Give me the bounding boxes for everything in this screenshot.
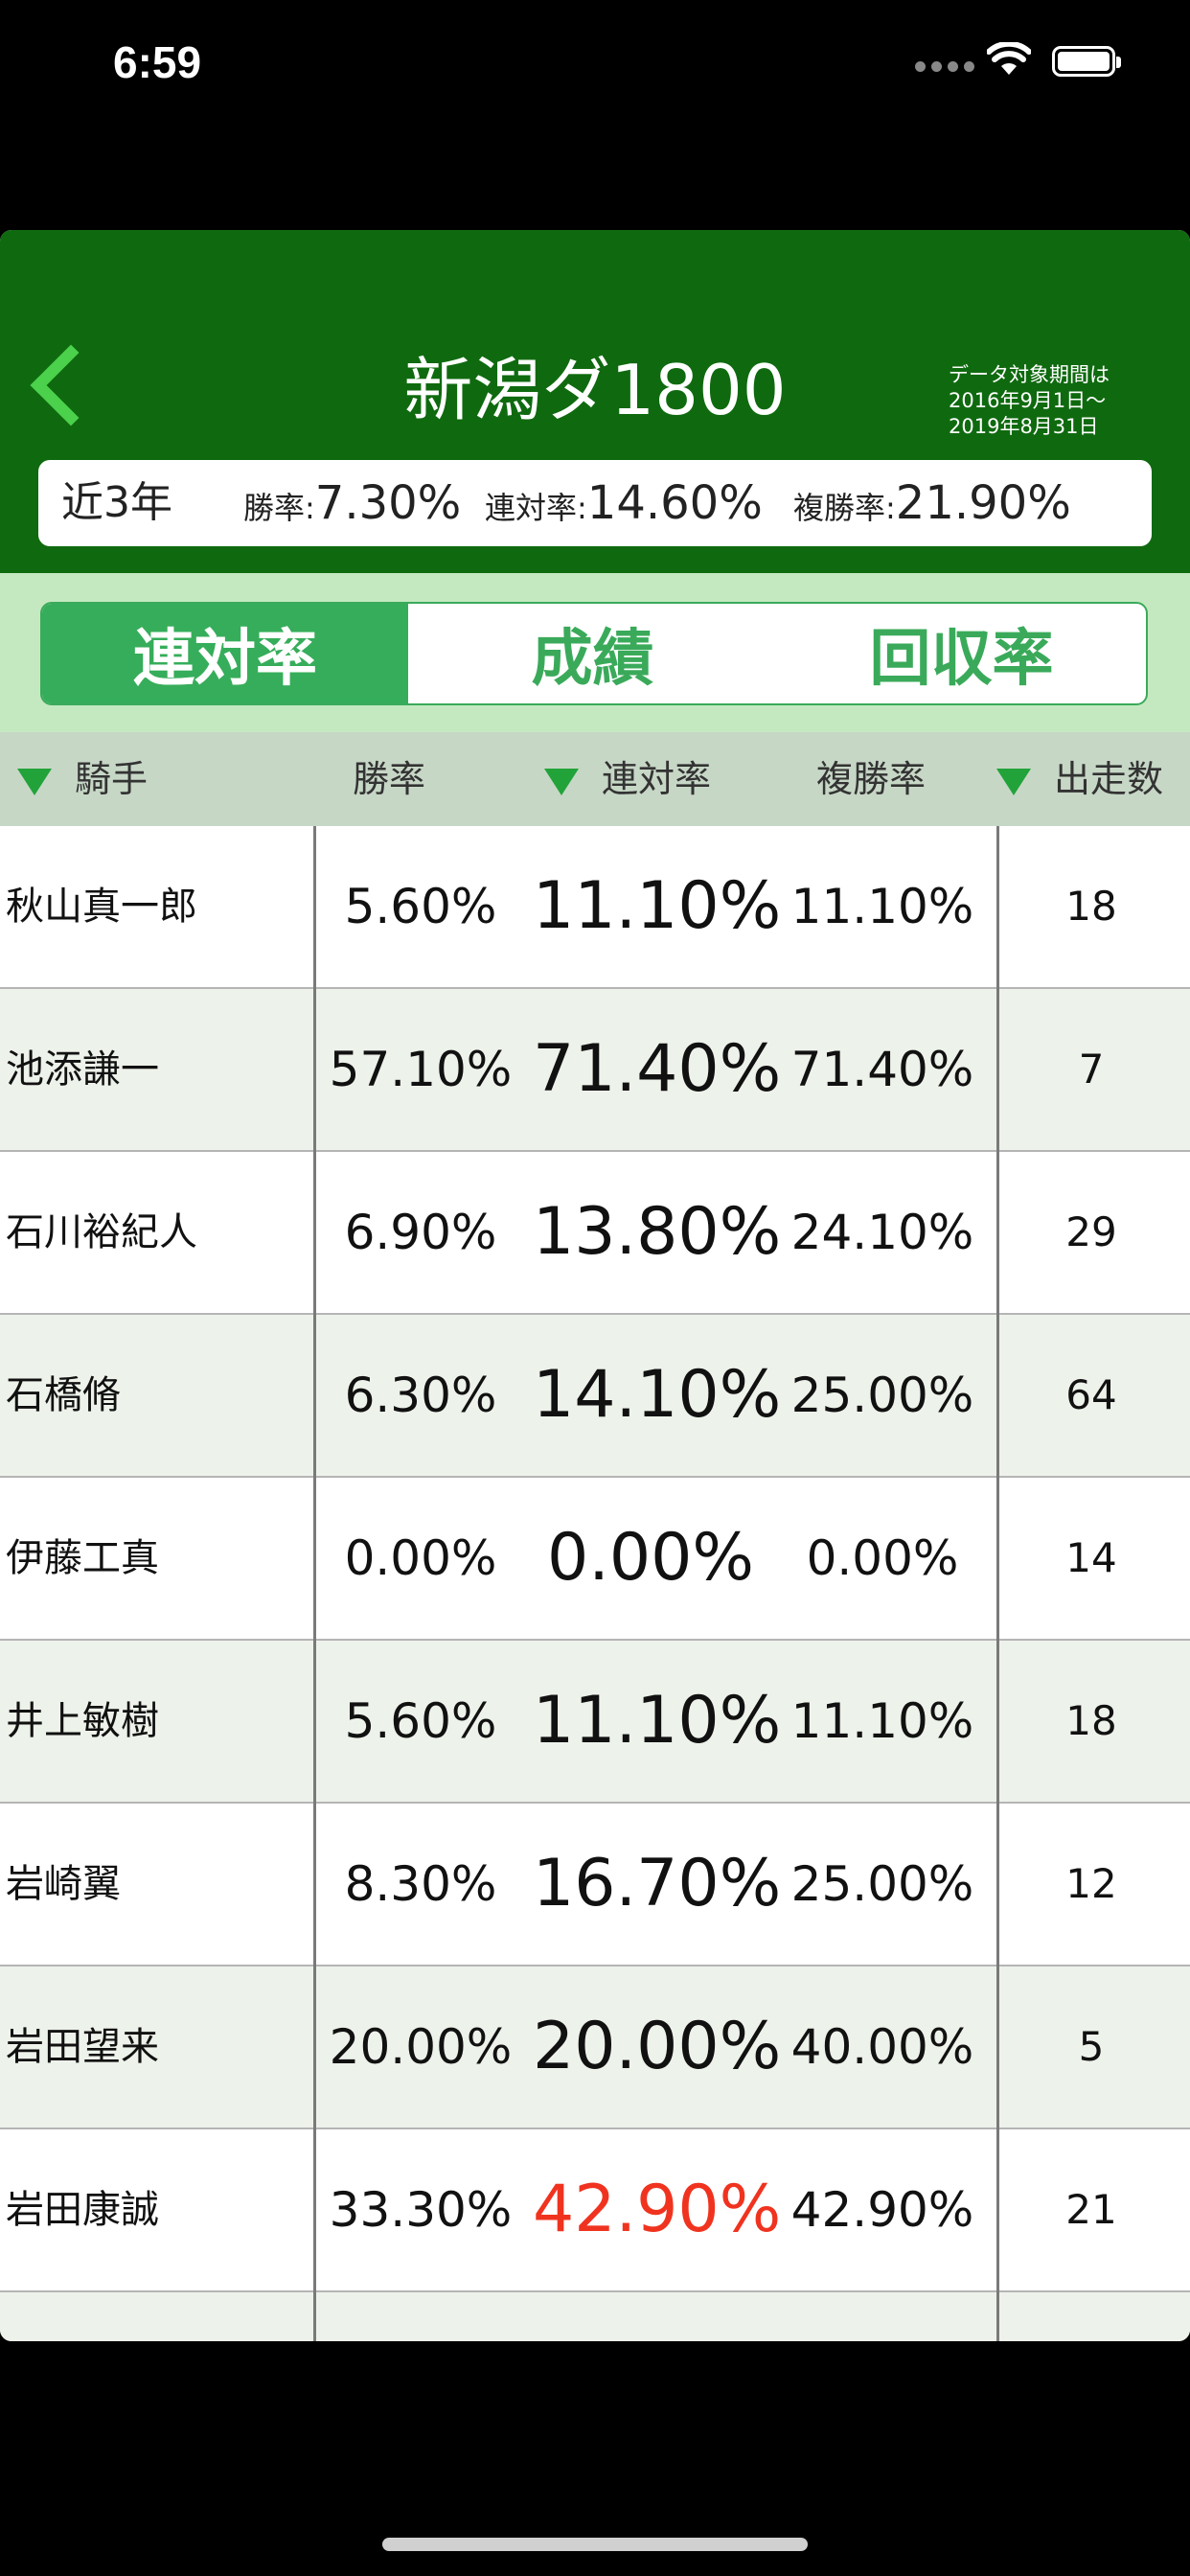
run-count: 18 (1065, 883, 1117, 930)
jockey-name: 石川裕紀人 (6, 1210, 197, 1254)
fukusho-rate: 42.90% (790, 2182, 974, 2238)
win-rate: 6.90% (344, 1205, 497, 1260)
status-time: 6:59 (113, 37, 202, 87)
rentai-rate: 0.00% (546, 1520, 755, 1596)
summary-range: 近3年 (61, 478, 172, 527)
jockey-name: 井上敏樹 (6, 1699, 159, 1743)
table-row[interactable]: 岩田望来 20.00% 20.00% 40.00% 5 (0, 1966, 1190, 2129)
column-win: 勝率 (353, 758, 426, 800)
rentai-rate: 13.80% (533, 1194, 782, 1270)
sort-triangle-icon (544, 768, 579, 795)
fukusho-rate: 25.00% (790, 1368, 974, 1423)
column-runs-label: 出走数 (1054, 758, 1164, 800)
period-line-1: データ対象期間は (949, 363, 1110, 386)
run-count: 18 (1065, 1697, 1117, 1744)
jockey-name: 石橋脩 (6, 1373, 121, 1417)
jockey-table: 秋山真一郎 5.60% 11.10% 11.10% 18 池添謙一 57.10%… (0, 826, 1190, 2341)
rentai-rate: 71.40% (533, 1031, 782, 1107)
jockey-name: 岩崎翼 (6, 1862, 121, 1906)
summary-fuku-label: 複勝率: (793, 490, 896, 526)
column-ren[interactable]: 連対率 (544, 732, 711, 826)
table-row[interactable]: 岩崎翼 8.30% 16.70% 25.00% 12 (0, 1804, 1190, 1966)
table-row[interactable]: 井上敏樹 5.60% 11.10% 11.10% 18 (0, 1641, 1190, 1804)
table-row[interactable]: 伊藤工真 0.00% 0.00% 0.00% 14 (0, 1478, 1190, 1641)
jockey-name: 岩田康誠 (6, 2188, 159, 2232)
summary-fuku-value: 21.90% (895, 476, 1071, 530)
segment-kaishu[interactable]: 回収率 (777, 604, 1146, 703)
fukusho-rate: 0.00% (806, 1530, 959, 1586)
win-rate: 5.60% (344, 1693, 497, 1749)
table-row[interactable]: 秋山真一郎 5.60% 11.10% 11.10% 18 (0, 826, 1190, 989)
column-jockey-label: 騎手 (75, 758, 149, 800)
column-ren-label: 連対率 (602, 758, 712, 800)
sort-triangle-icon (17, 768, 52, 795)
summary-win-value: 7.30% (314, 476, 462, 530)
rentai-rate: 16.70% (533, 1846, 782, 1921)
run-count: 7 (1078, 1046, 1105, 1092)
summary-win: 勝率:7.30% (243, 460, 461, 557)
period-line-3: 2019年8月31日 (949, 415, 1099, 438)
table-row[interactable]: 池添謙一 57.10% 71.40% 71.40% 7 (0, 989, 1190, 1152)
win-rate: 0.00% (344, 1530, 497, 1586)
table-row[interactable]: 岩田康誠 33.30% 42.90% 42.90% 21 (0, 2129, 1190, 2292)
segmented-control: 連対率 成績 回収率 (40, 602, 1148, 705)
app-screen: 新潟ダ1800 データ対象期間は 2016年9月1日〜 2019年8月31日 近… (0, 230, 1190, 2341)
table-row-partial (0, 2292, 1190, 2341)
summary-ren: 連対率:14.60% (485, 460, 763, 557)
column-header: 騎手 勝率 連対率 複勝率 出走数 (0, 732, 1190, 826)
fukusho-rate: 24.10% (790, 1205, 974, 1260)
rentai-rate: 11.10% (533, 868, 782, 944)
summary-win-label: 勝率: (243, 490, 315, 526)
summary-ren-label: 連対率: (485, 490, 587, 526)
column-divider (996, 826, 999, 2341)
column-fuku: 複勝率 (816, 758, 927, 800)
segment-area: 連対率 成績 回収率 (0, 573, 1190, 732)
battery-icon (1052, 46, 1121, 77)
run-count: 21 (1065, 2186, 1117, 2233)
win-rate: 57.10% (329, 1042, 513, 1097)
header: 新潟ダ1800 データ対象期間は 2016年9月1日〜 2019年8月31日 近… (0, 230, 1190, 573)
signal-dots-icon (915, 61, 974, 72)
wifi-icon (987, 42, 1031, 75)
table-row[interactable]: 石川裕紀人 6.90% 13.80% 24.10% 29 (0, 1152, 1190, 1315)
fukusho-rate: 11.10% (790, 879, 974, 934)
win-rate: 6.30% (344, 1368, 497, 1423)
fukusho-rate: 40.00% (790, 2019, 974, 2075)
run-count: 14 (1065, 1534, 1117, 1581)
jockey-name: 池添謙一 (6, 1047, 159, 1092)
home-indicator[interactable] (382, 2538, 808, 2551)
segment-seiseki[interactable]: 成績 (408, 604, 777, 703)
jockey-name: 伊藤工真 (6, 1536, 159, 1580)
win-rate: 5.60% (344, 879, 497, 934)
run-count: 64 (1065, 1371, 1117, 1418)
period-line-2: 2016年9月1日〜 (949, 389, 1107, 412)
status-bar: 6:59 (0, 0, 1190, 134)
run-count: 5 (1078, 2023, 1105, 2070)
fukusho-rate: 25.00% (790, 1856, 974, 1912)
fukusho-rate: 11.10% (790, 1693, 974, 1749)
jockey-name: 秋山真一郎 (6, 885, 197, 929)
jockey-name: 岩田望来 (6, 2025, 159, 2069)
sort-triangle-icon (996, 768, 1031, 795)
table-row[interactable]: 石橋脩 6.30% 14.10% 25.00% 64 (0, 1315, 1190, 1478)
segment-rentai[interactable]: 連対率 (42, 604, 408, 703)
summary-ren-value: 14.60% (586, 476, 763, 530)
win-rate: 8.30% (344, 1856, 497, 1912)
run-count: 29 (1065, 1208, 1117, 1255)
summary-fuku: 複勝率:21.90% (793, 460, 1071, 557)
summary-bar: 近3年 勝率:7.30% 連対率:14.60% 複勝率:21.90% (38, 460, 1152, 546)
run-count: 12 (1065, 1860, 1117, 1907)
win-rate: 33.30% (329, 2182, 513, 2238)
column-runs[interactable]: 出走数 (996, 732, 1163, 826)
rentai-rate: 14.10% (533, 1357, 782, 1433)
rentai-rate: 20.00% (533, 2009, 782, 2084)
data-period-note: データ対象期間は 2016年9月1日〜 2019年8月31日 (949, 362, 1110, 440)
fukusho-rate: 71.40% (790, 1042, 974, 1097)
column-divider (313, 826, 316, 2341)
rentai-rate: 42.90% (533, 2172, 782, 2247)
win-rate: 20.00% (329, 2019, 513, 2075)
column-jockey[interactable]: 騎手 (17, 732, 148, 826)
rentai-rate: 11.10% (533, 1683, 782, 1759)
